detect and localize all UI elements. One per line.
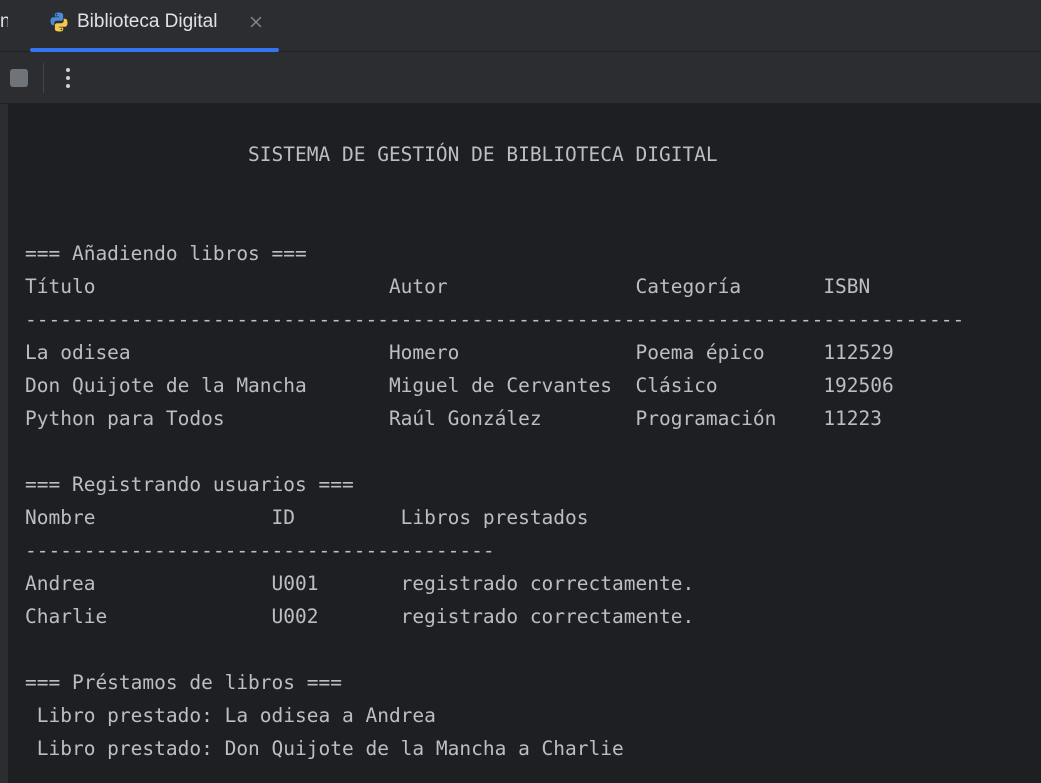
python-file-icon <box>50 12 68 32</box>
console-gutter <box>0 104 8 783</box>
toolbar-divider <box>43 63 44 93</box>
console-line: Título Autor Categoría ISBN <box>25 275 871 298</box>
console-line: ----------------------------------------… <box>25 308 965 331</box>
console-line: Libro prestado: Don Quijote de la Mancha… <box>25 737 624 760</box>
console-line: La odisea Homero Poema épico 112529 <box>25 341 894 364</box>
console-line: Nombre ID Libros prestados <box>25 506 589 529</box>
console-line: Andrea U001 registrado correctamente. <box>25 572 695 595</box>
console-line: === Préstamos de libros === <box>25 671 342 694</box>
console-line: === Registrando usuarios === <box>25 473 354 496</box>
console-output-panel[interactable]: SISTEMA DE GESTIÓN DE BIBLIOTECA DIGITAL… <box>8 104 1041 783</box>
tab-title: Biblioteca Digital <box>77 11 218 32</box>
stop-icon[interactable] <box>10 69 28 87</box>
run-toolbar <box>0 52 1041 104</box>
console-line: SISTEMA DE GESTIÓN DE BIBLIOTECA DIGITAL <box>25 143 718 166</box>
console-output: SISTEMA DE GESTIÓN DE BIBLIOTECA DIGITAL… <box>25 138 964 765</box>
close-icon[interactable] <box>248 14 264 30</box>
console-line: Libro prestado: La odisea a Andrea <box>25 704 436 727</box>
editor-tab-bar: n Biblioteca Digital <box>0 0 1041 52</box>
console-line: Don Quijote de la Mancha Miguel de Cerva… <box>25 374 894 397</box>
console-line: Python para Todos Raúl González Programa… <box>25 407 883 430</box>
console-line: Charlie U002 registrado correctamente. <box>25 605 695 628</box>
console-line: ---------------------------------------- <box>25 539 495 562</box>
tab-biblioteca-digital[interactable]: Biblioteca Digital <box>30 0 279 52</box>
previous-tab[interactable]: n <box>0 11 8 33</box>
console-line: === Añadiendo libros === <box>25 242 307 265</box>
more-vertical-icon[interactable] <box>58 64 78 92</box>
